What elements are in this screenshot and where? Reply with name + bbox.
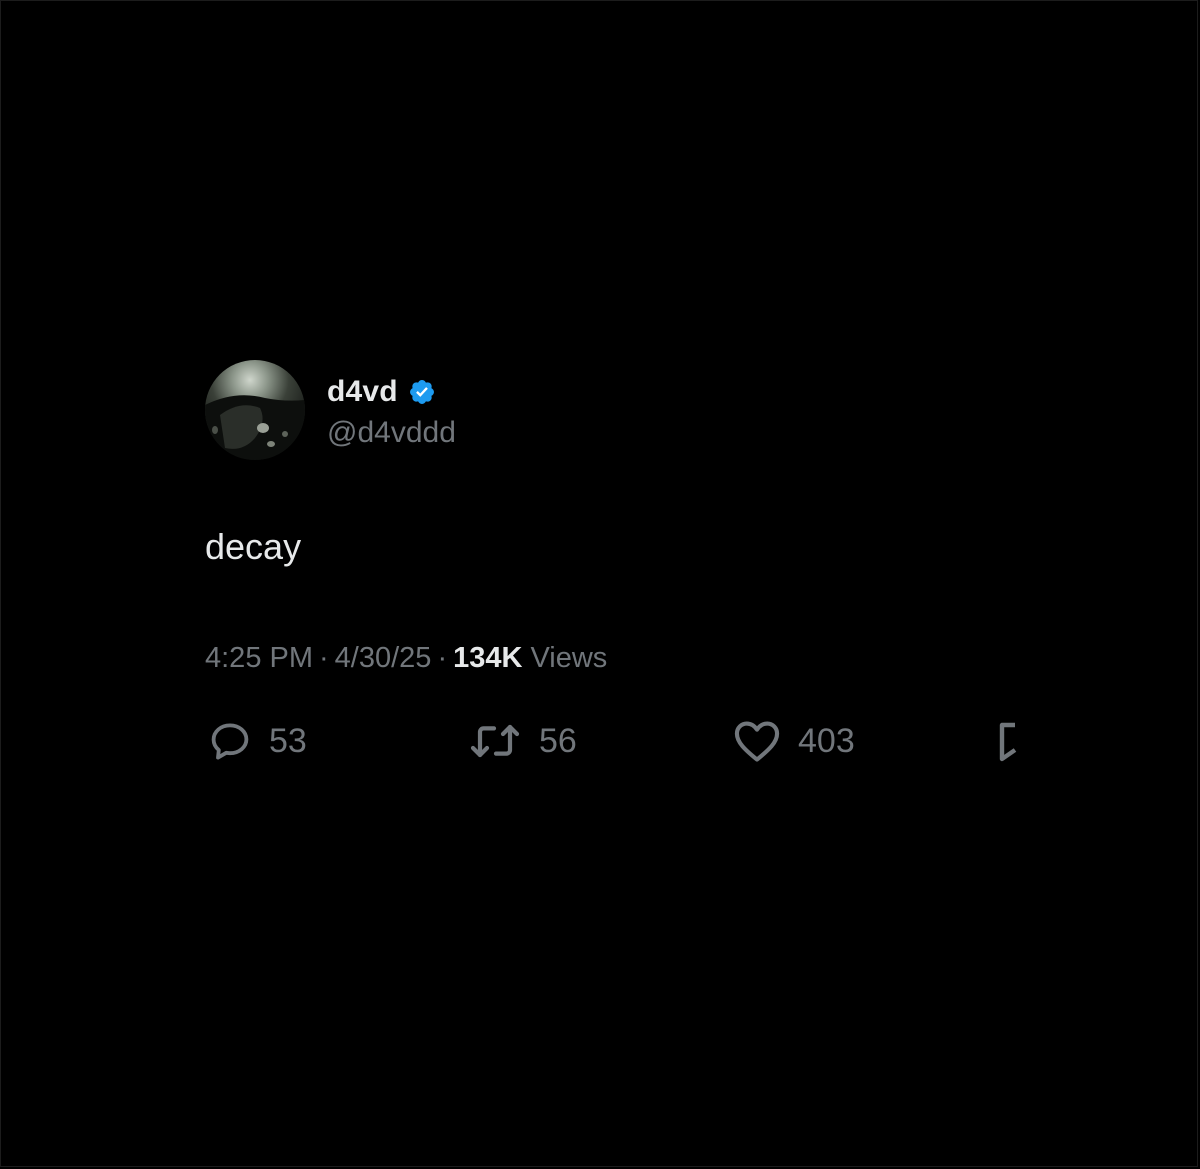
reply-count: 53 xyxy=(269,721,307,760)
tweet-header: d4vd @d4vddd xyxy=(205,360,1045,460)
tweet-time[interactable]: 4:25 PM xyxy=(205,642,313,675)
reply-button[interactable]: 53 xyxy=(205,717,307,765)
like-count: 403 xyxy=(798,721,855,760)
bookmark-icon xyxy=(999,722,1017,762)
tweet-text: decay xyxy=(205,526,302,567)
retweet-icon xyxy=(470,724,520,758)
tweet-card: d4vd @d4vddd decay 4:25 PM · 4/30/25 · 1… xyxy=(205,360,1045,765)
author-names: d4vd @d4vddd xyxy=(327,370,456,450)
retweet-button[interactable]: 56 xyxy=(467,717,577,765)
meta-separator: · xyxy=(319,642,329,674)
meta-separator: · xyxy=(437,642,448,674)
display-name[interactable]: d4vd xyxy=(327,375,398,409)
tweet-date[interactable]: 4/30/25 xyxy=(335,642,432,675)
author-handle[interactable]: @d4vddd xyxy=(327,416,456,450)
tweet-meta: 4:25 PM · 4/30/25 · 134K Views xyxy=(205,642,1045,675)
display-name-row: d4vd xyxy=(327,370,456,414)
reply-icon xyxy=(211,723,249,760)
like-button[interactable]: 403 xyxy=(730,717,855,765)
avatar-image xyxy=(205,395,305,460)
verified-badge-icon[interactable] xyxy=(408,378,436,406)
views-label[interactable]: Views xyxy=(522,642,607,675)
bookmark-button[interactable] xyxy=(995,717,1019,765)
avatar[interactable] xyxy=(205,360,305,460)
views-count[interactable]: 134K xyxy=(453,642,522,675)
tweet-actions: 53 56 403 xyxy=(205,717,1045,765)
retweet-count: 56 xyxy=(539,721,577,760)
heart-icon xyxy=(734,721,780,762)
